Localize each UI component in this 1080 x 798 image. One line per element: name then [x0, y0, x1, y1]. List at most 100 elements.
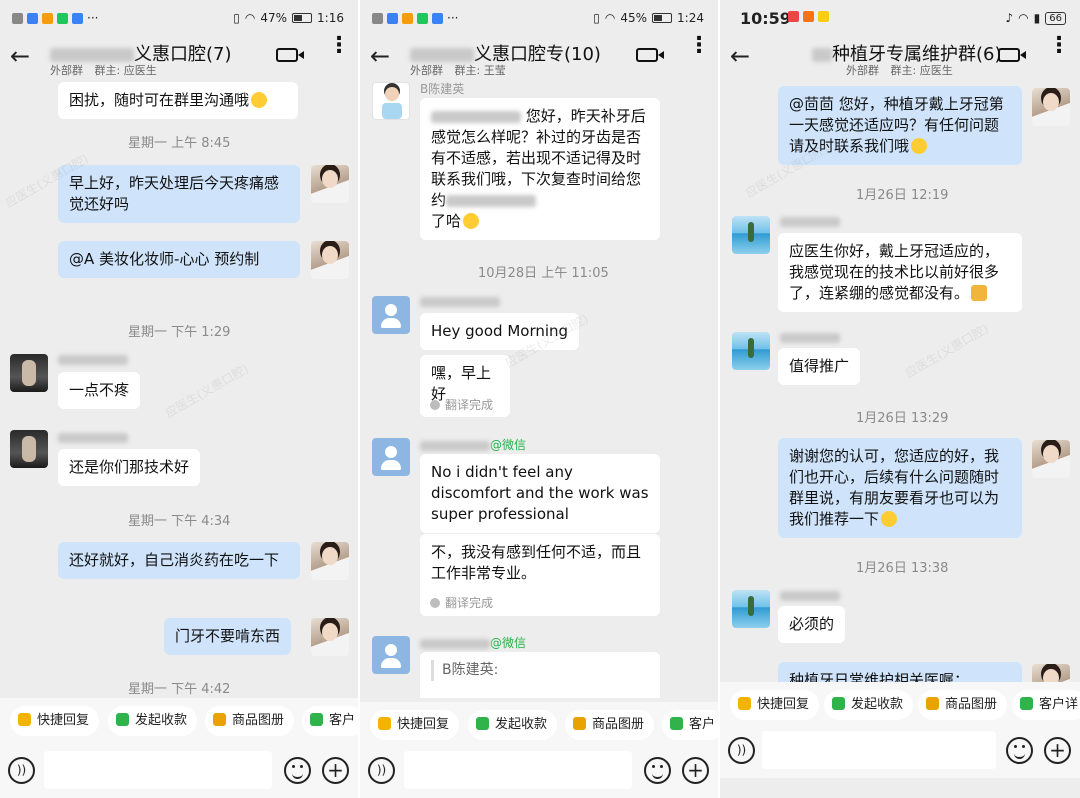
customer-button[interactable]: 客户详 — [1012, 690, 1080, 720]
back-arrow-icon[interactable]: ← — [730, 42, 750, 70]
avatar[interactable] — [732, 590, 770, 628]
blurred-name — [812, 48, 832, 62]
emoji-icon[interactable] — [1006, 737, 1033, 764]
plus-icon[interactable]: + — [1044, 737, 1071, 764]
catalog-button[interactable]: 商品图册 — [918, 690, 1008, 720]
quick-reply-button[interactable]: 快捷回复 — [370, 710, 460, 740]
chat-header: ← 种植牙专属维护群(6) 外部群 群主: 应医生 ⋮ — [720, 35, 1080, 82]
timestamp: 10月28日 上午 11:05 — [478, 266, 609, 281]
payment-button[interactable]: 发起收款 — [108, 706, 198, 736]
avatar[interactable] — [372, 82, 410, 120]
timestamp: 星期一 下午 4:34 — [128, 514, 231, 529]
chat-panel-3: 10:59 ♪ ◠ ▮ 66 ← 种植牙专属维护群(6) 外部群 群主: 应医生 — [720, 0, 1080, 798]
avatar[interactable] — [10, 430, 48, 468]
avatar[interactable] — [372, 636, 410, 674]
message-bubble[interactable]: 困扰，随时可在群里沟通哦 — [58, 82, 298, 119]
avatar[interactable] — [372, 296, 410, 334]
avatar[interactable] — [311, 241, 349, 279]
message-bubble[interactable]: 应医生你好，戴上牙冠适应的，我感觉现在的技术比以前好很多了，连紧绷的感觉都没有。 — [778, 233, 1022, 312]
customer-button[interactable]: 客户 — [662, 710, 718, 740]
avatar[interactable] — [1032, 440, 1070, 478]
app-icon — [788, 11, 799, 22]
plus-icon[interactable]: + — [322, 757, 349, 784]
emoji-icon[interactable] — [284, 757, 311, 784]
timestamp: 星期一 上午 8:45 — [128, 136, 231, 151]
quick-reply-button[interactable]: 快捷回复 — [730, 690, 820, 720]
avatar[interactable] — [372, 438, 410, 476]
check-icon — [430, 598, 440, 608]
battery-icon: 66 — [1045, 11, 1066, 25]
message-bubble[interactable]: @A 美妆化妆师-心心 预约制 — [58, 241, 300, 278]
payment-button[interactable]: 发起收款 — [824, 690, 914, 720]
message-list[interactable]: @茴茴 您好，种植牙戴上牙冠第一天感觉还适应吗？有任何问题请及时联系我们哦 1月… — [720, 82, 1080, 698]
message-bubble[interactable]: @茴茴 您好，种植牙戴上牙冠第一天感觉还适应吗？有任何问题请及时联系我们哦 — [778, 86, 1022, 165]
avatar[interactable] — [311, 542, 349, 580]
message-bubble[interactable]: 还是你们那技术好 — [58, 449, 201, 486]
status-bar: 10:59 ♪ ◠ ▮ 66 — [720, 0, 1080, 38]
message-input[interactable] — [404, 751, 632, 789]
payment-icon — [476, 717, 489, 730]
signal-icon: ▮ — [1033, 11, 1041, 25]
catalog-button[interactable]: 商品图册 — [205, 706, 295, 736]
external-group-label: 外部群 — [846, 64, 879, 77]
avatar[interactable] — [10, 354, 48, 392]
group-owner-label: 群主: 王莹 — [454, 64, 506, 77]
voice-icon[interactable]: )) — [8, 757, 35, 784]
status-time: 1:16 — [317, 11, 344, 25]
emoji-icon[interactable] — [644, 757, 671, 784]
message-input[interactable] — [44, 751, 272, 789]
message-bubble[interactable]: 门牙不要啃东西 — [164, 618, 292, 655]
quote-bubble[interactable]: B陈建英: — [420, 652, 660, 698]
quick-actions-bar: 快捷回复 发起收款 商品图册 客户 — [360, 702, 718, 748]
smile-emoji-icon — [463, 213, 480, 229]
battery-percent: 47% — [260, 11, 288, 25]
catalog-button[interactable]: 商品图册 — [565, 710, 655, 740]
timestamp: 星期一 下午 1:29 — [128, 325, 231, 340]
message-bubble[interactable]: 必须的 — [778, 606, 846, 643]
avatar[interactable] — [311, 618, 349, 656]
grin-emoji-icon — [881, 511, 898, 527]
blurred-name — [410, 48, 474, 62]
status-right: ▯ ◠ 47% 1:16 — [233, 11, 344, 25]
voice-icon[interactable]: )) — [728, 737, 755, 764]
more-menu-icon[interactable]: ⋮ — [328, 35, 350, 57]
message-bubble[interactable]: 您好，昨天补牙后感觉怎么样呢？补过的牙齿是否有不适感，若出现不适记得及时联系我们… — [420, 98, 660, 240]
more-menu-icon[interactable]: ⋮ — [688, 35, 710, 57]
message-bubble[interactable]: 早上好，昨天处理后今天疼痛感觉还好吗 — [58, 165, 300, 223]
message-input[interactable] — [762, 731, 996, 769]
message-bubble[interactable]: 值得推广 — [778, 348, 861, 385]
status-bar: ··· ▯ ◠ 47% 1:16 — [0, 0, 358, 38]
message-list[interactable]: 困扰，随时可在群里沟通哦 星期一 上午 8:45 早上好，昨天处理后今天疼痛感觉… — [0, 82, 358, 698]
voice-icon[interactable]: )) — [368, 757, 395, 784]
timestamp: 1月26日 13:38 — [856, 561, 949, 576]
payment-button[interactable]: 发起收款 — [468, 710, 558, 740]
customer-button[interactable]: 客户 — [302, 706, 358, 736]
timestamp: 1月26日 13:29 — [856, 411, 949, 426]
back-arrow-icon[interactable]: ← — [370, 42, 390, 70]
message-bubble[interactable]: 一点不疼 — [58, 372, 141, 409]
more-menu-icon[interactable]: ⋮ — [1048, 35, 1070, 57]
message-bubble[interactable]: 谢谢您的认可，您适应的好，我们也开心，后续有什么问题随时群里说，有朋友要看牙也可… — [778, 438, 1022, 538]
sender-name: @微信 — [420, 436, 526, 453]
video-call-icon[interactable] — [276, 48, 304, 62]
message-bubble[interactable]: No i didn't feel any discomfort and the … — [420, 454, 660, 533]
catalog-icon — [213, 713, 226, 726]
app-icon — [417, 12, 428, 24]
quick-reply-button[interactable]: 快捷回复 — [10, 706, 100, 736]
message-bubble[interactable]: 还好就好，自己消炎药在吃一下 — [58, 542, 300, 579]
avatar[interactable] — [732, 332, 770, 370]
plus-icon[interactable]: + — [682, 757, 709, 784]
translation-text: 不，我没有感到任何不适，而且工作非常专业。 — [431, 543, 642, 582]
avatar[interactable] — [732, 216, 770, 254]
back-arrow-icon[interactable]: ← — [10, 42, 30, 70]
avatar[interactable] — [1032, 88, 1070, 126]
avatar[interactable] — [311, 165, 349, 203]
quick-actions-bar: 快捷回复 发起收款 商品图册 客户 — [0, 698, 358, 744]
chat-panel-1: ··· ▯ ◠ 47% 1:16 ← 义惠口腔(7) 外部群 群主: 应医生 ⋮ — [0, 0, 358, 798]
message-bubble[interactable]: Hey good Morning — [420, 313, 580, 350]
message-list[interactable]: B陈建英 您好，昨天补牙后感觉怎么样呢？补过的牙齿是否有不适感，若出现不适记得及… — [360, 82, 718, 698]
video-call-icon[interactable] — [998, 48, 1026, 62]
video-call-icon[interactable] — [636, 48, 664, 62]
chat-header: ← 义惠口腔专(10) 外部群 群主: 王莹 ⋮ — [360, 35, 718, 82]
status-time: 1:24 — [677, 11, 704, 25]
